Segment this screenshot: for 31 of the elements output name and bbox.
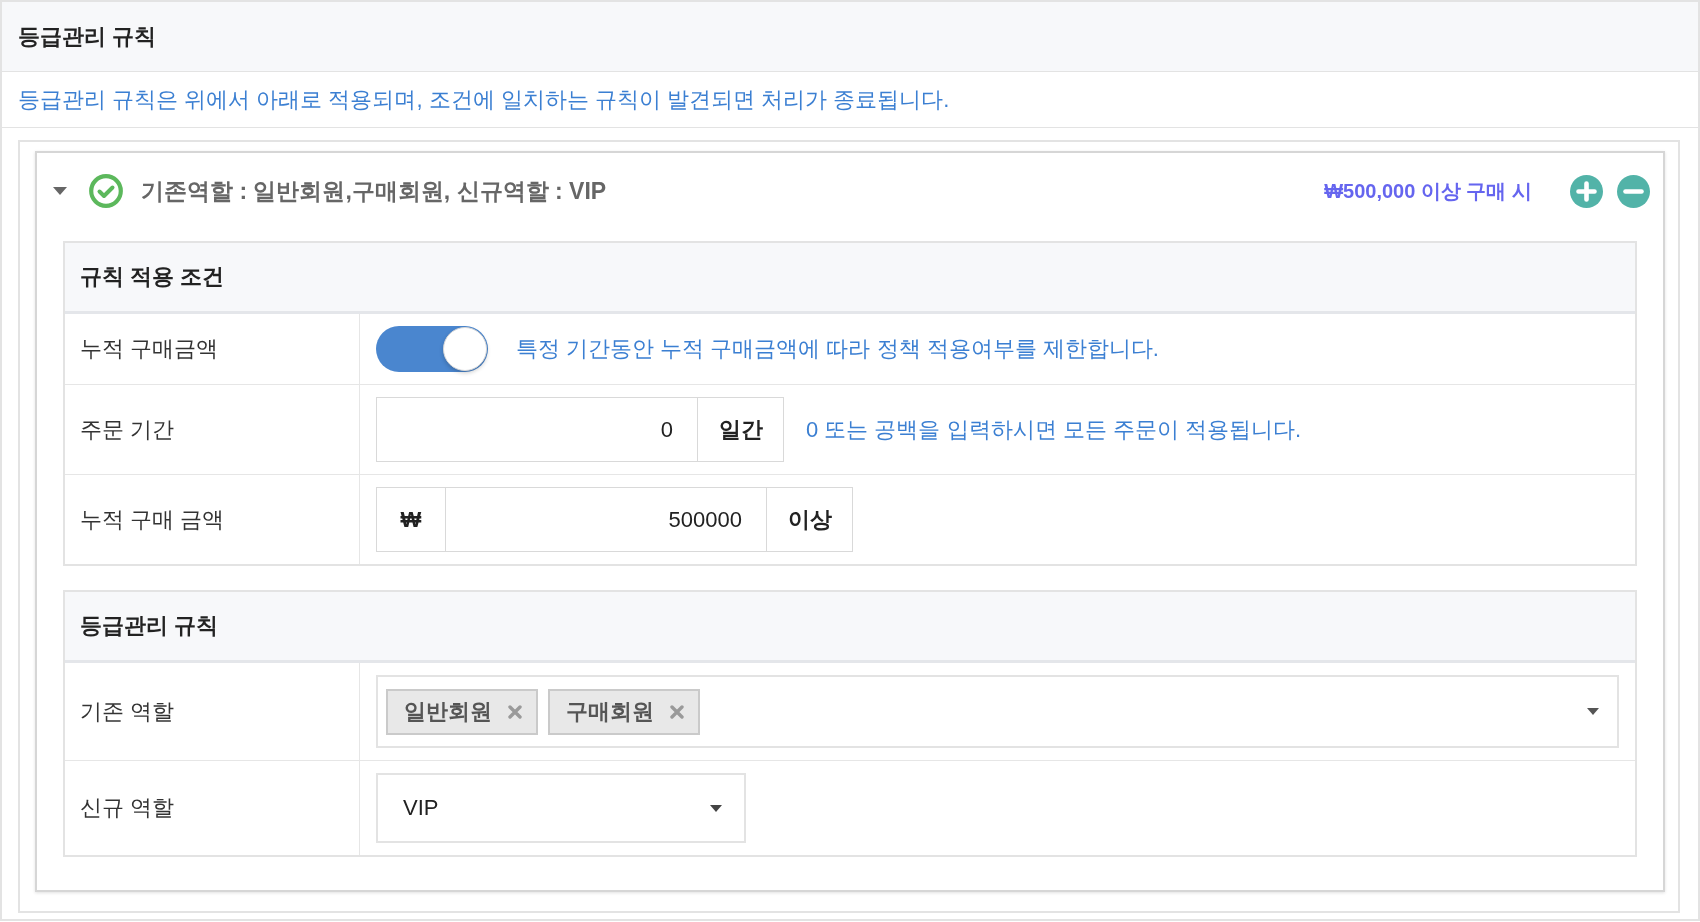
unit-addon: 일간 [698,397,784,462]
unit-addon: 이상 [767,487,853,552]
field-label: 누적 구매 금액 [80,505,225,534]
caret-icon [1587,708,1599,715]
caret-icon[interactable] [53,187,67,195]
hint-text: 0 또는 공백을 입력하시면 모든 주문이 적용됩니다. [806,415,1302,444]
caret-icon [710,804,722,812]
number-input[interactable]: 500000 [445,487,767,552]
rule-summary: 기존역할 : 일반회원,구매회원, 신규역할 : VIP [141,176,607,206]
hint-text: 특정 기간동안 누적 구매금액에 따라 정책 적용여부를 제한합니다. [516,335,1159,363]
condition-text: ₩500,000 이상 구매 시 [1324,178,1532,204]
currency-addon: ₩ [376,487,445,552]
remove-icon[interactable] [508,704,522,719]
number-input[interactable]: 0 [376,397,698,462]
toggle-switch[interactable] [376,326,488,372]
description-text: 등급관리 규칙은 위에서 아래로 적용되며, 조건에 일치하는 규칙이 발견되면 처리가 종료됩니다. [18,85,950,114]
plus-circle-icon[interactable] [1570,174,1603,208]
panel-title: 등급관리 규칙 [18,22,157,51]
role-select[interactable]: VIP [376,773,746,843]
tag-text: 구매회원 [566,697,654,726]
field-label: 기존 역할 [80,697,175,726]
minus-circle-icon[interactable] [1617,174,1650,208]
tag-text: 일반회원 [404,697,492,726]
multi-select-field[interactable]: 일반회원 구매회원 [376,675,1619,748]
section-title: 규칙 적용 조건 [80,263,225,291]
check-circle-icon [89,174,123,208]
field-label: 신규 역할 [80,794,175,822]
section-title: 등급관리 규칙 [80,612,219,640]
remove-icon[interactable] [670,704,684,719]
field-label: 누적 구매금액 [80,335,219,363]
field-label: 주문 기간 [80,415,175,444]
